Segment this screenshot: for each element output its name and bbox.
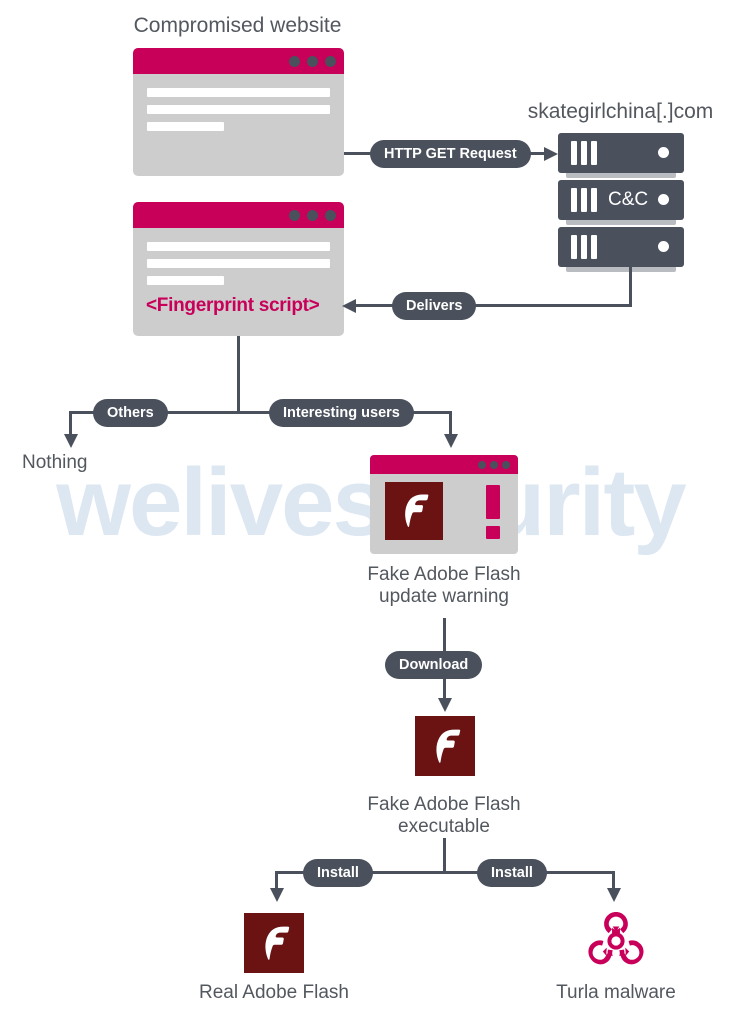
exclamation-mark-icon [486,485,500,539]
server-vent-bar [581,141,587,165]
pill-http-get-request: HTTP GET Request [370,140,531,168]
content-line [147,122,224,131]
pill-others: Others [93,399,168,427]
arrowhead-down-download [438,698,452,712]
arrowhead-down-install-right [607,888,621,902]
browser-dot-3 [325,56,336,67]
nothing-label: Nothing [22,452,88,473]
server-led [658,194,669,205]
server-unit-2-cc: C&C [558,180,684,220]
pill-install-left: Install [303,859,373,887]
browser-dot-1 [289,56,300,67]
server-vent-bar [581,235,587,259]
arrowhead-left-delivers [342,299,356,313]
arrowhead-right-http-get [544,147,558,161]
server-unit-3 [558,227,684,267]
content-line [147,105,330,114]
connector-fingerprint-down [237,336,240,412]
browser-dot-2 [307,56,318,67]
server-vent-bar [591,235,597,259]
server-vent-bar [581,188,587,212]
fake-flash-warning-caption: Fake Adobe Flash update warning [367,564,521,607]
biohazard-icon [588,911,644,965]
server-unit-1 [558,133,684,173]
browser-dot-1 [478,461,486,469]
fake-flash-executable-icon [415,716,475,776]
flash-f-glyph [435,729,460,763]
content-line [147,242,330,251]
browser-dot-2 [490,461,498,469]
real-adobe-flash-icon [244,913,304,973]
connector-executable-down [443,838,446,873]
pill-install-right: Install [477,859,547,887]
exclamation-bar [486,485,500,519]
content-line [147,88,330,97]
connector-delivers-vertical [629,267,632,306]
fake-flash-executable-caption: Fake Adobe Flash executable [367,794,521,837]
fingerprint-script-text: <Fingerprint script> [146,295,320,316]
compromised-website-browser [133,48,344,176]
adobe-flash-icon [385,482,443,540]
server-led [658,241,669,252]
cc-server-label: C&C [608,189,649,210]
arrowhead-down-others [64,434,78,448]
diagram-canvas: welivesecurity Compromised website <Fing… [0,0,741,1024]
browser-dot-3 [502,461,510,469]
content-line [147,276,224,285]
server-vent-bar [591,188,597,212]
server-vent-bar [571,141,577,165]
pill-interesting-users: Interesting users [269,399,414,427]
pill-download: Download [385,651,483,679]
flash-f-glyph [405,494,429,527]
server-vent-bar [571,235,577,259]
server-vent-bar [571,188,577,212]
arrowhead-down-install-left [270,888,284,902]
pill-delivers: Delivers [392,292,477,320]
content-line [147,259,330,268]
real-adobe-flash-caption: Real Adobe Flash [199,982,349,1003]
arrowhead-down-interesting-users [444,434,458,448]
browser-dot-2 [307,210,318,221]
c2-domain-label: skategirlchina[.]com [527,100,714,123]
server-vent-bar [591,141,597,165]
flash-f-glyph [264,926,289,960]
browser-dot-1 [289,210,300,221]
server-led [658,147,669,158]
exclamation-dot [486,526,500,539]
fingerprint-script-browser: <Fingerprint script> [133,202,344,336]
browser-dot-3 [325,210,336,221]
turla-malware-caption: Turla malware [556,982,676,1003]
compromised-website-title: Compromised website [133,14,342,37]
